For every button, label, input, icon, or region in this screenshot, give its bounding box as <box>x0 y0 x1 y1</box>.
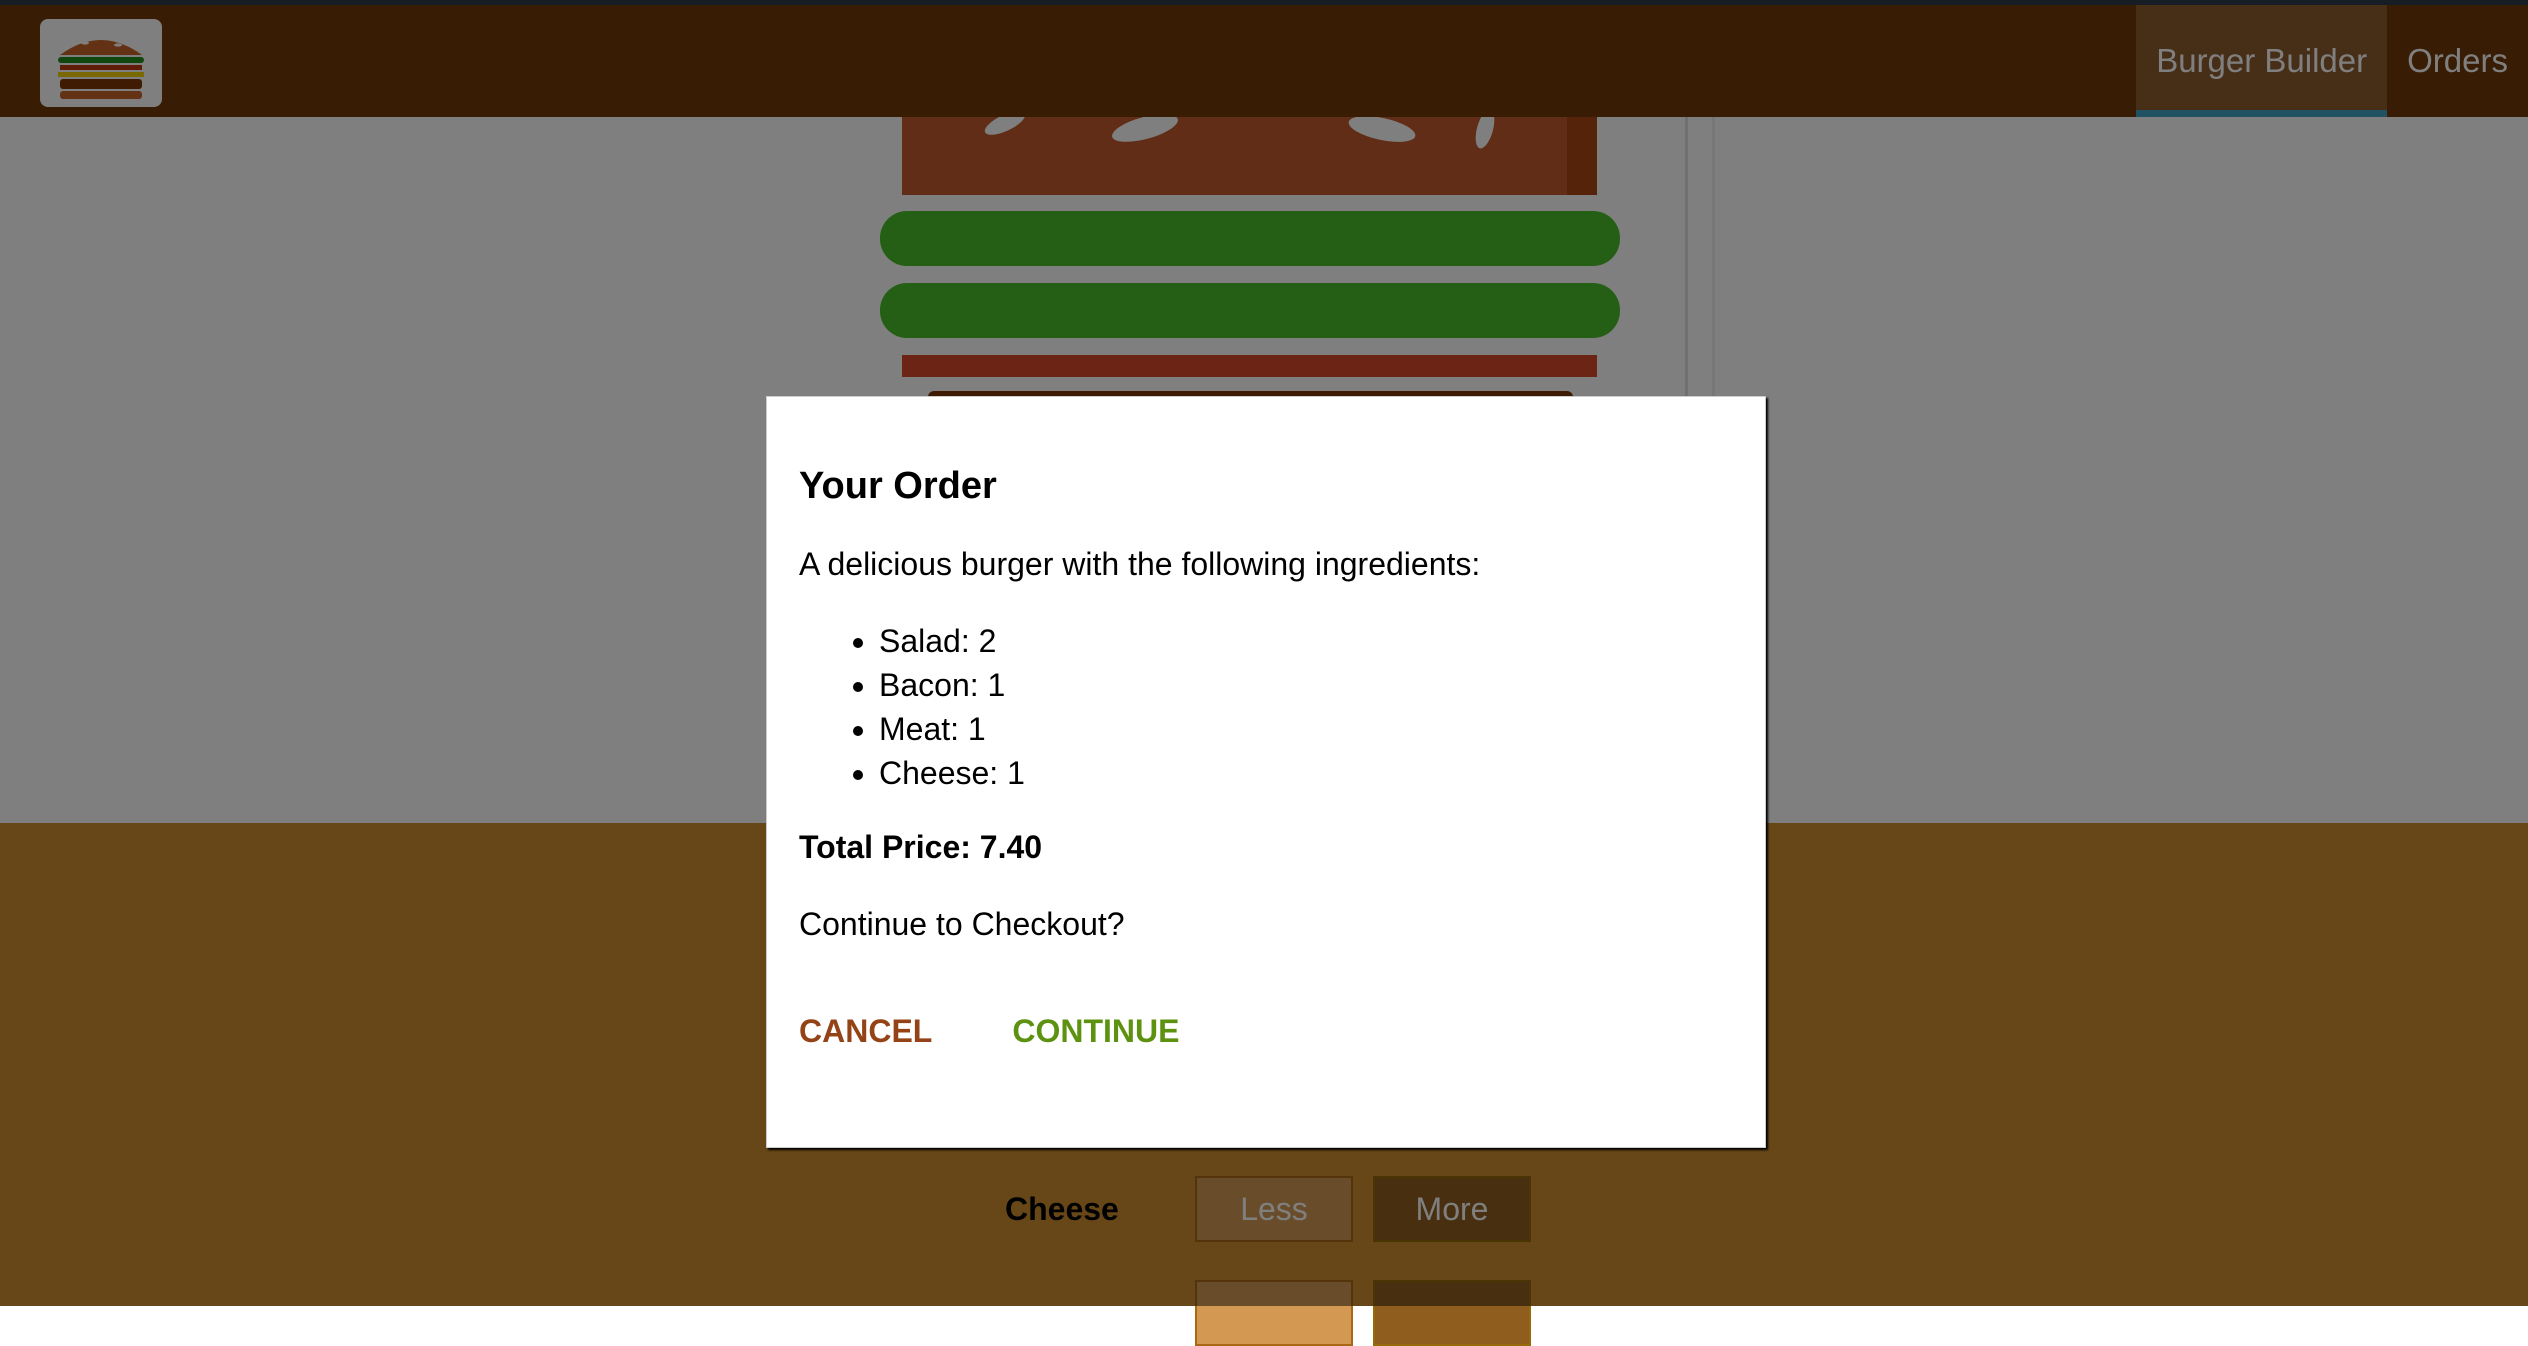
order-summary-modal: Your Order A delicious burger with the f… <box>766 396 1766 1148</box>
total-price: Total Price: 7.40 <box>799 829 1043 865</box>
list-item: Bacon: 1 <box>879 663 1733 707</box>
list-item: Meat: 1 <box>879 707 1733 751</box>
continue-button[interactable]: CONTINUE <box>1012 1013 1179 1050</box>
cancel-button[interactable]: CANCEL <box>799 1013 932 1050</box>
list-item: Salad: 2 <box>879 619 1733 663</box>
modal-intro: A delicious burger with the following in… <box>799 546 1481 582</box>
modal-actions: CANCEL CONTINUE <box>799 1013 1733 1050</box>
list-item: Cheese: 1 <box>879 751 1733 795</box>
ingredient-list: Salad: 2 Bacon: 1 Meat: 1 Cheese: 1 <box>799 619 1733 795</box>
modal-title: Your Order <box>799 465 997 507</box>
checkout-question: Continue to Checkout? <box>799 906 1125 942</box>
